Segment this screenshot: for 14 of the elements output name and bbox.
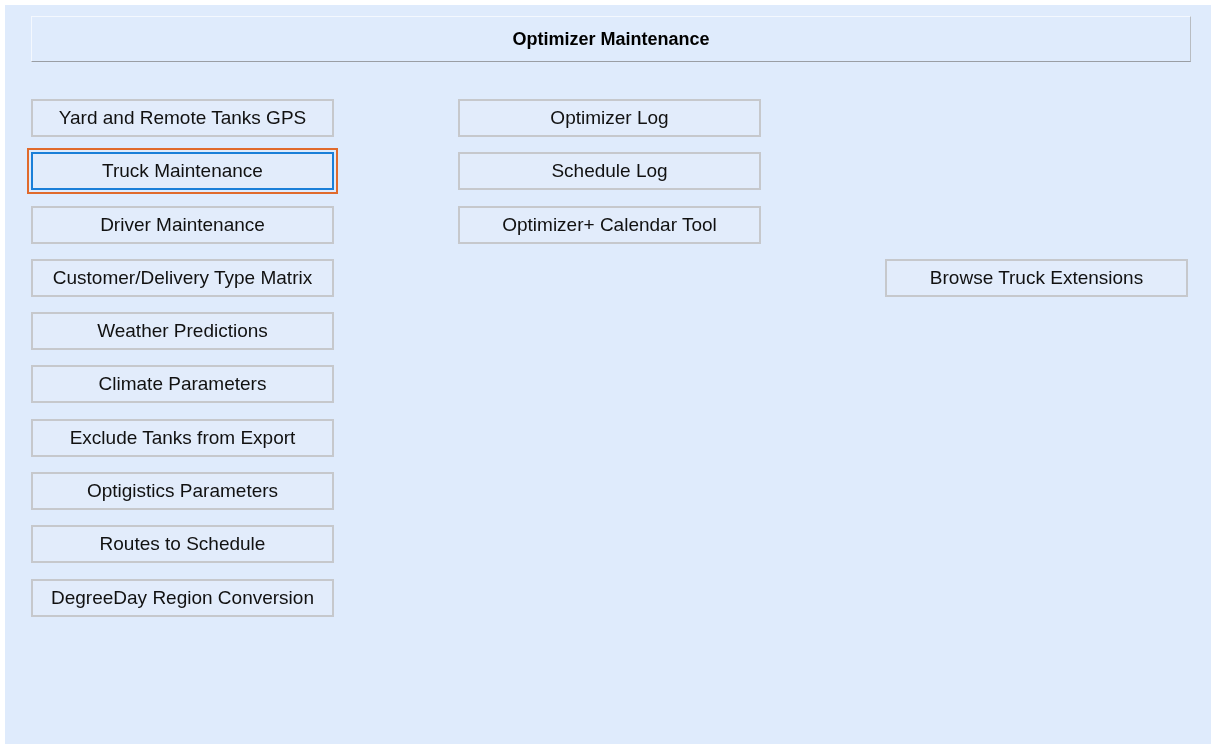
menu-button[interactable]: Optimizer Log <box>458 99 761 137</box>
menu-button[interactable]: Driver Maintenance <box>31 205 334 244</box>
menu-button[interactable]: Climate Parameters <box>31 365 334 404</box>
title-bar: Optimizer Maintenance <box>31 16 1191 62</box>
menu-button[interactable]: Routes to Schedule <box>31 525 334 564</box>
menu-button[interactable]: Optimizer+ Calendar Tool <box>458 205 761 244</box>
menu-button[interactable]: Optigistics Parameters <box>31 472 334 511</box>
menu-button[interactable]: Browse Truck Extensions <box>885 258 1188 297</box>
menu-button[interactable]: Schedule Log <box>458 152 761 191</box>
menu-button[interactable]: Exclude Tanks from Export <box>31 418 334 457</box>
menu-button[interactable]: Yard and Remote Tanks GPS <box>31 99 334 137</box>
menu-button[interactable]: Customer/Delivery Type Matrix <box>31 258 334 297</box>
menu-button[interactable]: DegreeDay Region Conversion <box>31 578 334 617</box>
menu-button[interactable]: Weather Predictions <box>31 312 334 351</box>
